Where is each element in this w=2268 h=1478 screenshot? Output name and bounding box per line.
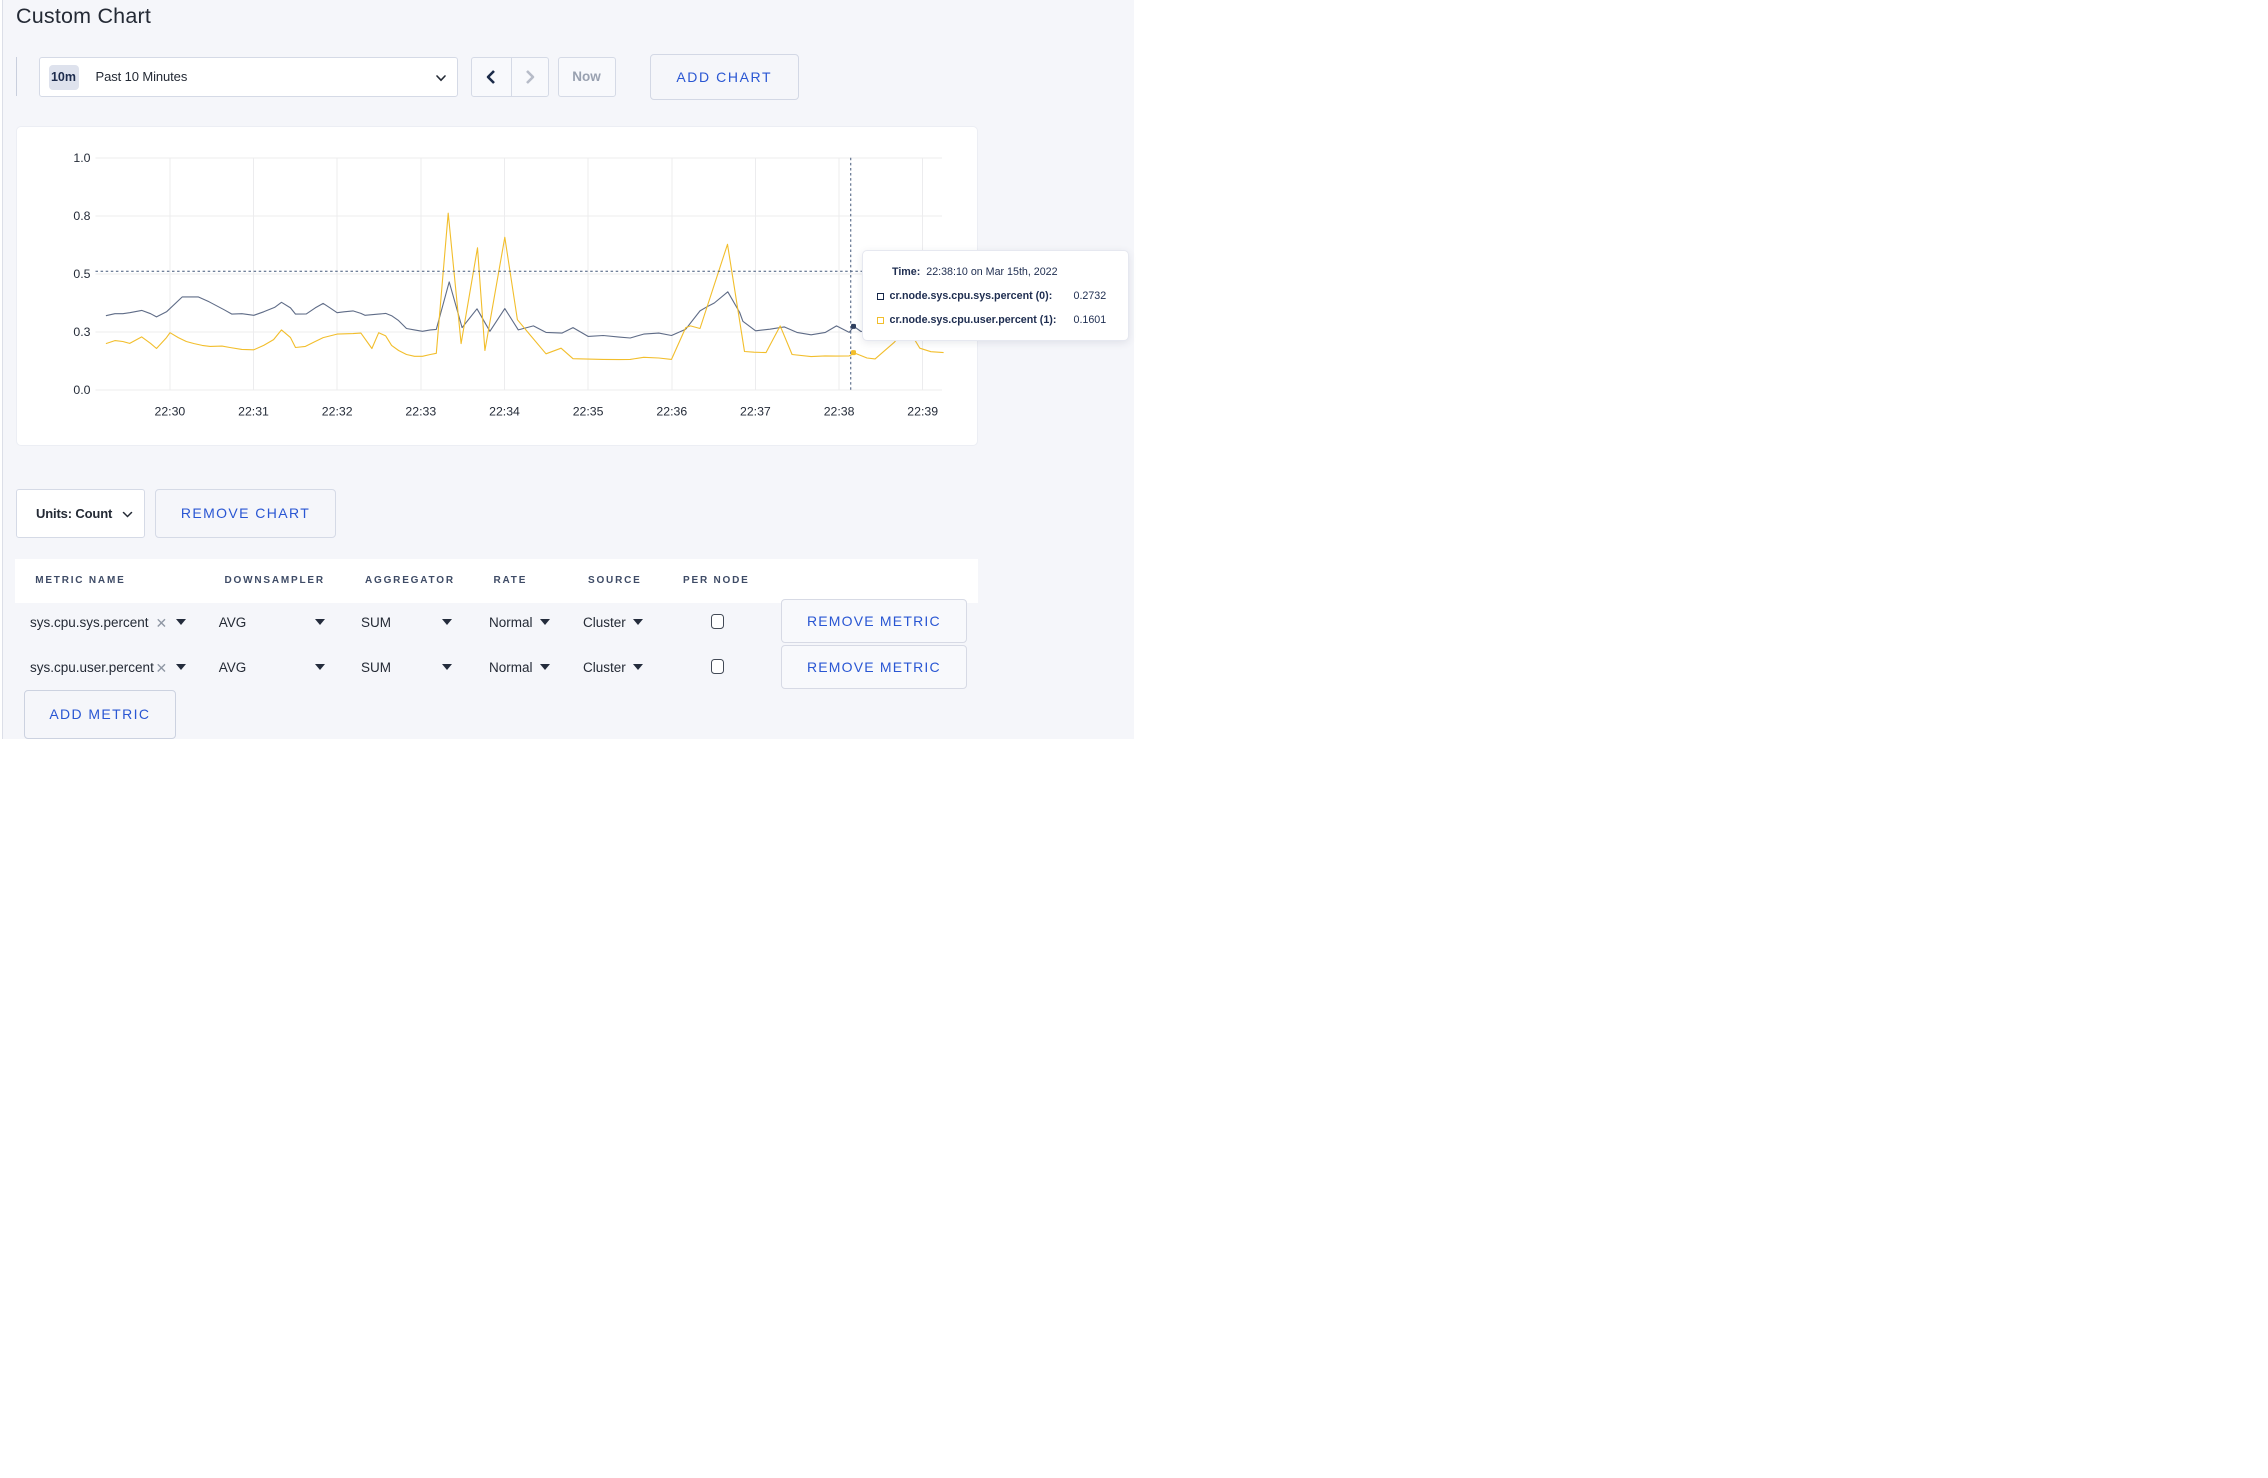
svg-text:0.8: 0.8: [73, 209, 90, 223]
svg-text:1.0: 1.0: [73, 151, 90, 165]
svg-text:0.5: 0.5: [73, 267, 90, 281]
svg-text:22:37: 22:37: [740, 405, 771, 419]
svg-text:22:36: 22:36: [656, 405, 687, 419]
svg-text:22:32: 22:32: [322, 405, 353, 419]
svg-text:22:31: 22:31: [238, 405, 269, 419]
svg-text:22:34: 22:34: [489, 405, 520, 419]
svg-text:0.0: 0.0: [73, 383, 90, 397]
svg-text:0.3: 0.3: [73, 325, 90, 339]
svg-text:22:38: 22:38: [824, 405, 855, 419]
svg-text:22:39: 22:39: [907, 405, 938, 419]
svg-text:22:30: 22:30: [155, 405, 186, 419]
svg-text:22:33: 22:33: [405, 405, 436, 419]
svg-text:22:35: 22:35: [573, 405, 604, 419]
